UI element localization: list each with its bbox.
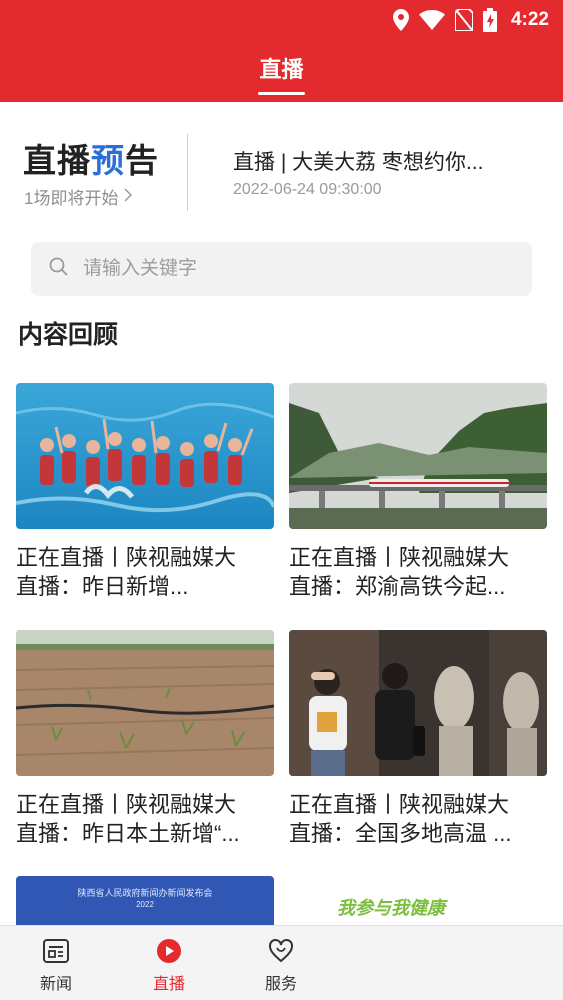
card-thumbnail[interactable] bbox=[289, 383, 547, 529]
replay-card[interactable]: 陕西省人民政府新闻办新闻发布会 2022 bbox=[16, 876, 274, 925]
live-icon bbox=[129, 936, 209, 966]
battery-charging-icon bbox=[482, 8, 497, 32]
card-title[interactable]: 正在直播丨陕视融媒大 直播：全国多地高温 ... bbox=[289, 790, 547, 848]
replay-card[interactable]: 正在直播丨陕视融媒大 直播：郑渝高铁今起... bbox=[289, 383, 547, 601]
news-icon bbox=[16, 936, 96, 966]
chevron-right-icon bbox=[124, 187, 133, 207]
status-time: 4:22 bbox=[510, 9, 549, 30]
status-icons: 4:22 bbox=[392, 8, 549, 32]
nav-label: 新闻 bbox=[39, 976, 72, 993]
upcoming-live-time: 2022-06-24 09:30:00 bbox=[233, 181, 382, 198]
nav-live[interactable]: 直播 bbox=[129, 936, 209, 994]
upcoming-live-title[interactable]: 直播 | 大美大荔 枣想约你... bbox=[233, 146, 483, 176]
section-title: 内容回顾 bbox=[18, 321, 119, 349]
upcoming-count-link[interactable]: 1场即将开始 bbox=[24, 184, 133, 209]
banner-text: 我参与我健康 bbox=[337, 898, 445, 918]
card-thumbnail[interactable] bbox=[16, 630, 274, 776]
service-icon bbox=[241, 936, 321, 966]
wifi-icon bbox=[418, 10, 445, 30]
upcoming-count: 1场即将开始 bbox=[24, 189, 119, 208]
live-preview-panel[interactable]: 直播预告 1场即将开始 直播 | 大美大荔 枣想约你... 2022-06-24… bbox=[0, 102, 563, 232]
page-title[interactable]: 直播 bbox=[0, 52, 563, 84]
search-bar[interactable] bbox=[31, 242, 532, 296]
location-icon bbox=[392, 9, 409, 31]
replay-card[interactable]: 正在直播丨陕视融媒大 直播：昨日新增... bbox=[16, 383, 274, 601]
card-thumbnail[interactable] bbox=[289, 630, 547, 776]
replay-card[interactable]: 正在直播丨陕视融媒大 直播：全国多地高温 ... bbox=[289, 630, 547, 848]
search-input[interactable] bbox=[83, 258, 483, 280]
banner-year: 2022 bbox=[136, 900, 154, 909]
divider bbox=[187, 134, 188, 211]
replay-card[interactable]: 正在直播丨陕视融媒大 直播：昨日本土新增“... bbox=[16, 630, 274, 848]
nav-label: 直播 bbox=[152, 976, 185, 993]
nav-service[interactable]: 服务 bbox=[241, 936, 321, 994]
card-thumbnail[interactable]: 我参与我健康 bbox=[289, 876, 547, 925]
nav-item-4[interactable] bbox=[353, 936, 433, 940]
status-bar: 4:22 bbox=[0, 0, 563, 40]
card-title[interactable]: 正在直播丨陕视融媒大 直播：昨日本土新增“... bbox=[16, 790, 274, 848]
search-icon bbox=[49, 257, 69, 282]
nav-news[interactable]: 新闻 bbox=[16, 936, 96, 994]
live-preview-title: 直播预告 bbox=[23, 142, 159, 179]
card-title[interactable]: 正在直播丨陕视融媒大 直播：昨日新增... bbox=[16, 543, 274, 601]
nav-label: 服务 bbox=[264, 976, 297, 993]
card-title[interactable]: 正在直播丨陕视融媒大 直播：郑渝高铁今起... bbox=[289, 543, 547, 601]
tab-indicator bbox=[258, 92, 305, 95]
card-thumbnail[interactable]: 陕西省人民政府新闻办新闻发布会 2022 bbox=[16, 876, 274, 925]
no-sim-icon bbox=[454, 9, 473, 31]
nav-item-5[interactable] bbox=[465, 936, 545, 940]
replay-card[interactable]: 我参与我健康 bbox=[289, 876, 547, 925]
app-header: 4:22 直播 bbox=[0, 0, 563, 102]
bottom-nav: 新闻 直播 服务 bbox=[0, 925, 563, 1000]
card-thumbnail[interactable] bbox=[16, 383, 274, 529]
banner-text: 陕西省人民政府新闻办新闻发布会 bbox=[77, 888, 213, 898]
